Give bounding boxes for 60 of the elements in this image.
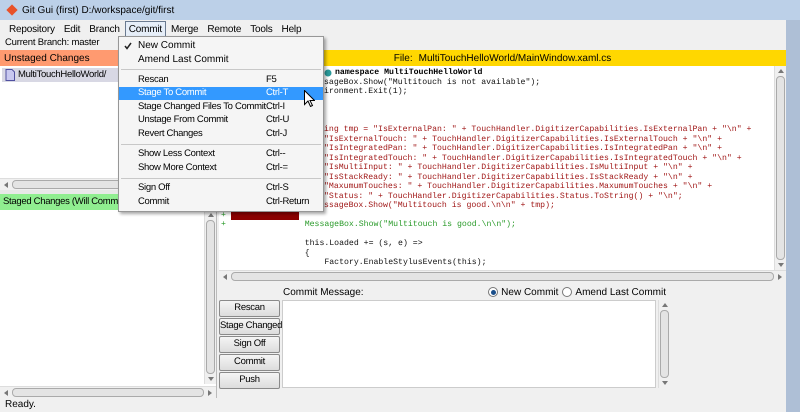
code-line: ironment.Exit(1);	[324, 87, 408, 96]
menu-item[interactable]: Edit	[60, 20, 84, 36]
current-branch-label: Current Branch: master	[5, 36, 100, 50]
diff-marker: +	[221, 210, 226, 220]
vertical-scrollbar[interactable]	[204, 210, 216, 384]
code-line: "IsExternalTouch: " + TouchHandler.DigitizerCapabilities.IsExternalTouch + "\n" +	[324, 134, 722, 144]
code-line: "IsMultiInput: " + TouchHandler.DigitizerCapabilities.IsMultiInput + "\n" +	[324, 163, 692, 172]
git-logo-icon	[6, 4, 18, 16]
menu-option[interactable]: Revert Changes Ctrl-J	[119, 127, 323, 140]
action-button[interactable]: Stage Changed	[219, 318, 280, 335]
code-line: "MaxumumTouches: " + TouchHandler.DigitizerCapabilities.MaxumumTouches + "\n" +	[324, 182, 712, 192]
file-icon	[5, 69, 15, 81]
action-button[interactable]: Rescan	[219, 300, 280, 317]
menu-option[interactable]: Unstage From Commit Ctrl-U	[119, 114, 323, 127]
menu-item[interactable]: Commit	[124, 20, 166, 36]
horizontal-scrollbar[interactable]	[219, 270, 786, 282]
menu-option[interactable]: Stage Changed Files To CommitCtrl-I	[119, 100, 323, 114]
scroll-right-icon[interactable]	[776, 272, 784, 280]
menu-option[interactable]: Sign Off Ctrl-S	[119, 182, 323, 195]
commit-message-field[interactable]	[282, 300, 656, 388]
code-line: ssageBox.Show("Multitouch is good.\n\n" + tmp);	[324, 201, 555, 210]
code-line: MessageBox.Show("Multitouch is good.\n\n");	[304, 220, 516, 230]
menu-item[interactable]: Branch	[85, 20, 124, 36]
file-path: MultiTouchHelloWorld/MainWindow.xaml.cs	[418, 52, 612, 66]
menu-item[interactable]: Remote	[203, 20, 246, 36]
menu-item[interactable]: Merge	[167, 20, 202, 36]
check-icon	[124, 42, 132, 50]
status-bar-text: Ready.	[5, 398, 36, 412]
namespace-icon	[324, 69, 332, 77]
menu-option[interactable]: Show Less Context Ctrl--	[119, 148, 323, 161]
window-title: Git Gui (first) D:/workspace/git/first	[22, 4, 174, 18]
scroll-left-icon[interactable]	[2, 388, 10, 396]
vertical-scrollbar[interactable]	[774, 66, 786, 270]
menu-option[interactable]: Show More Context Ctrl-=	[119, 161, 323, 174]
action-button[interactable]: Push	[219, 372, 280, 389]
diff-marker: +	[221, 220, 226, 229]
code-line: this.Loaded += (s, e) =>	[304, 239, 423, 248]
code-line: "Status: " + TouchHandler.DigitizerCapabilities.Status.ToString() + "\n";	[324, 192, 683, 201]
file-label: File:	[394, 52, 413, 66]
commit-mode-radio[interactable]: Amend Last Commit	[562, 284, 666, 300]
scroll-right-icon[interactable]	[206, 388, 214, 396]
code-line: "IsIntegratedPan: " + TouchHandler.DigitizerCapabilities.IsIntegratedPan + "\n" +	[324, 144, 722, 154]
menu-item[interactable]: Tools	[246, 20, 277, 36]
action-button[interactable]: Sign Off	[219, 336, 280, 353]
menu-option[interactable]: New Commit	[119, 39, 323, 52]
action-button[interactable]: Commit	[219, 354, 280, 371]
code-line: namespace MultiTouchHelloWorld	[335, 68, 482, 78]
code-line: "IsStackReady: " + TouchHandler.DigitizerCapabilities.IsStackReady + "\n" +	[324, 172, 692, 182]
code-line: sageBox.Show("Multitouch is not available");	[324, 78, 540, 87]
mouse-cursor-icon	[304, 90, 315, 107]
menu-item[interactable]: Help	[278, 20, 306, 36]
code-line: {	[304, 248, 310, 258]
commit-message-label: Commit Message:	[283, 286, 364, 300]
code-line: "IsIntegratedTouch: " + TouchHandler.DigitizerCapabilities.IsIntegratedTouch + "\n" +	[324, 154, 742, 163]
code-line: ing tmp = "IsExternalPan: " + TouchHandler.DigitizerCapabilities.IsExternalPan + "\n" +	[324, 125, 752, 134]
code-line: Factory.EnableStylusEvents(this);	[323, 258, 486, 268]
scroll-left-icon[interactable]	[221, 272, 229, 280]
commit-mode-radio[interactable]: New Commit	[488, 284, 558, 300]
horizontal-scrollbar[interactable]	[0, 386, 216, 398]
menu-item[interactable]: Repository	[5, 20, 59, 36]
